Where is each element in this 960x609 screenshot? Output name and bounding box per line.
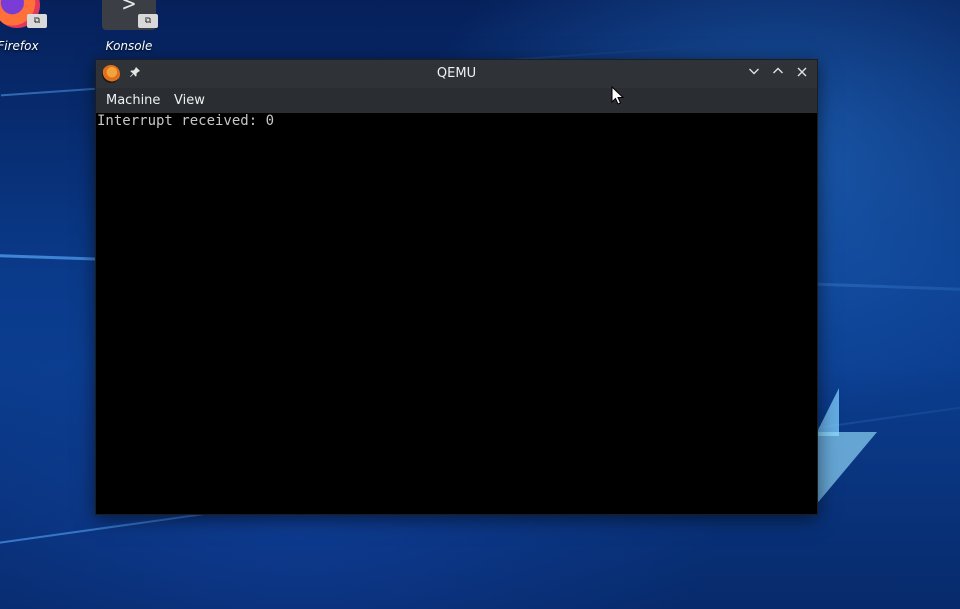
pin-icon[interactable]	[127, 65, 143, 83]
maximize-button[interactable]	[768, 64, 788, 84]
console-output-line: Interrupt received: 0	[97, 113, 275, 129]
window-titlebar[interactable]: QEMU	[96, 60, 817, 88]
minimize-button[interactable]	[744, 64, 764, 84]
menubar: Machine View	[96, 88, 817, 113]
window-title: QEMU	[436, 66, 477, 81]
menu-view[interactable]: View	[174, 88, 205, 113]
link-badge-icon: ⧉	[27, 14, 47, 28]
minimize-icon	[749, 68, 759, 75]
link-badge-icon: ⧉	[138, 14, 158, 28]
menu-machine[interactable]: Machine	[106, 88, 160, 113]
mouse-cursor-icon	[611, 86, 625, 105]
pin-icon-svg	[130, 67, 140, 77]
close-button[interactable]	[792, 64, 812, 84]
desktop-icon-label: Konsole	[105, 39, 153, 53]
close-icon	[797, 67, 807, 77]
wallpaper-shard	[815, 432, 877, 506]
guest-display[interactable]: Interrupt received: 0	[96, 113, 817, 514]
wallpaper-shard	[815, 388, 839, 436]
maximize-icon	[773, 67, 783, 74]
desktop-icon-label: Firefox	[0, 39, 39, 53]
qemu-app-icon[interactable]	[102, 65, 120, 83]
qemu-window: QEMU Machine View Interrupt received: 0	[95, 59, 818, 515]
